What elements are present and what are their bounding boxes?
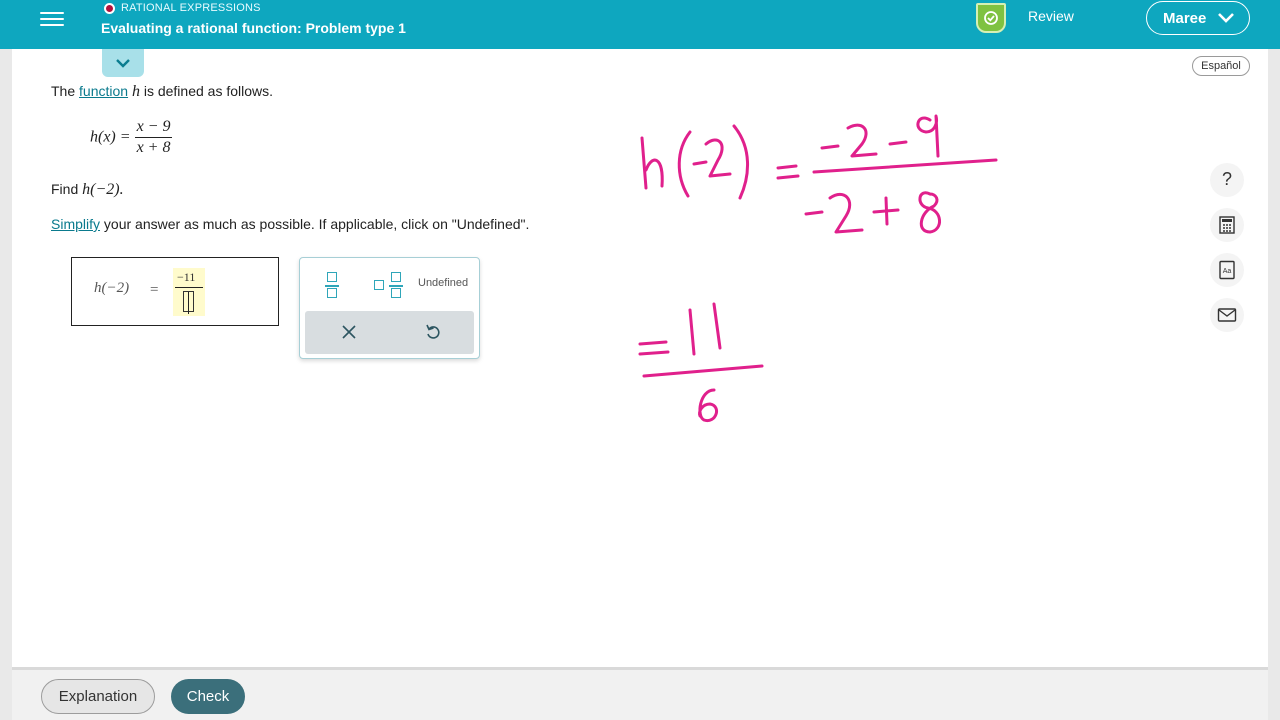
expand-header-tab[interactable] (102, 49, 144, 77)
chevron-down-icon (116, 59, 130, 68)
user-menu-button[interactable]: Maree (1146, 1, 1250, 35)
answer-input-box[interactable]: h(−2) = −11 (71, 257, 279, 326)
check-button[interactable]: Check (171, 679, 245, 714)
bar-icon (325, 285, 339, 287)
language-toggle-button[interactable]: Español (1192, 56, 1250, 76)
intro-prefix: The (51, 83, 76, 99)
fraction-bar (175, 287, 203, 288)
function-definition: h(x) = x − 9 x + 8 (90, 118, 173, 157)
simplify-suffix: your answer as much as possible. If appl… (103, 216, 530, 232)
find-prompt: Find h(−2). (51, 181, 124, 199)
definition-numerator: x − 9 (136, 118, 171, 135)
answer-fraction[interactable]: −11 (173, 268, 205, 316)
topic-status-dot (104, 3, 115, 14)
answer-numerator[interactable]: −11 (177, 270, 195, 285)
function-link[interactable]: function (79, 83, 128, 99)
help-icon: ? (1221, 169, 1232, 189)
top-bar: RATIONAL EXPRESSIONS Evaluating a ration… (0, 0, 1280, 49)
user-name: Maree (1163, 10, 1207, 27)
bar-icon (389, 285, 403, 287)
fraction-template-button[interactable] (324, 270, 340, 300)
mail-icon (1217, 308, 1237, 322)
explanation-button[interactable]: Explanation (41, 679, 155, 714)
mixed-number-template-button[interactable] (372, 270, 404, 300)
message-button[interactable] (1210, 298, 1244, 332)
box-icon (391, 288, 401, 298)
definition-denominator: x + 8 (134, 137, 173, 156)
handwritten-work (638, 114, 998, 423)
page-title: Evaluating a rational function: Problem … (101, 20, 406, 36)
dictionary-icon: Aa (1219, 260, 1235, 280)
text-cursor (188, 292, 189, 314)
close-icon (342, 325, 356, 339)
math-toolpad: Undefined (299, 257, 480, 359)
help-button[interactable]: ? (1210, 163, 1244, 197)
calculator-button[interactable] (1210, 208, 1244, 242)
simplify-link[interactable]: Simplify (51, 216, 100, 232)
undo-icon (426, 324, 440, 339)
review-link[interactable]: Review (1028, 8, 1074, 24)
definition-fraction: x − 9 x + 8 (134, 118, 173, 157)
topic-label: RATIONAL EXPRESSIONS (121, 2, 261, 14)
box-icon (327, 288, 337, 298)
hamburger-menu-icon[interactable] (40, 8, 64, 30)
undo-button[interactable] (423, 322, 443, 342)
chevron-down-icon (1218, 13, 1234, 23)
problem-intro: The function h is defined as follows. (51, 83, 273, 101)
answer-equals: = (150, 282, 159, 298)
simplify-instruction: Simplify your answer as much as possible… (51, 216, 529, 232)
intro-suffix: is defined as follows. (143, 83, 274, 99)
find-expression: h(−2). (82, 181, 124, 198)
find-prefix: Find (51, 181, 79, 197)
dictionary-button[interactable]: Aa (1210, 253, 1244, 287)
calculator-icon (1219, 216, 1235, 234)
definition-lhs: h(x) = (90, 128, 131, 146)
progress-badge-icon[interactable] (976, 3, 1006, 33)
box-icon (374, 280, 384, 290)
svg-text:Aa: Aa (1223, 268, 1232, 275)
function-var: h (131, 83, 140, 100)
box-icon (327, 272, 337, 282)
toolpad-actions (305, 311, 474, 354)
box-icon (391, 272, 401, 282)
answer-label: h(−2) (94, 280, 130, 296)
undefined-button[interactable]: Undefined (418, 277, 468, 289)
clear-button[interactable] (339, 322, 359, 342)
